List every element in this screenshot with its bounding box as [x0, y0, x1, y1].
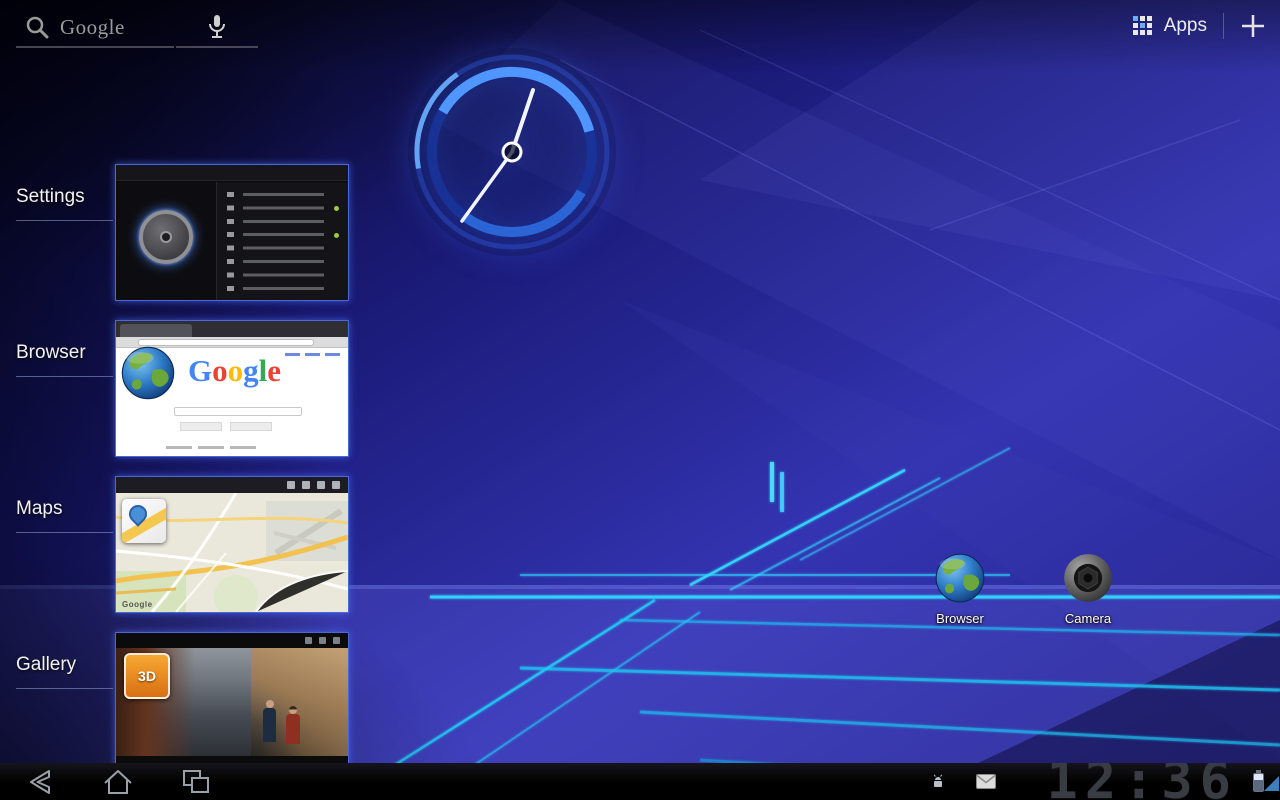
topbar-actions: Apps — [1132, 10, 1266, 42]
footer-link-skeleton — [166, 446, 192, 449]
search-field-skeleton — [174, 407, 302, 416]
recents-icon — [179, 767, 213, 797]
logo-letter: o — [228, 353, 244, 388]
google-search-widget: Google — [16, 8, 258, 48]
email-icon — [976, 774, 996, 789]
settings-thumb-header — [116, 165, 348, 181]
apps-grid-icon — [1132, 15, 1154, 37]
settings-thumb-left-pane — [116, 182, 216, 300]
gallery-icon-label: 3D — [138, 668, 156, 684]
recent-thumb-browser[interactable]: Google — [115, 320, 349, 457]
logo-letter: G — [188, 353, 212, 388]
maps-app-icon — [122, 499, 166, 543]
logo-letter: g — [243, 353, 259, 388]
topbar-divider — [1223, 13, 1224, 39]
toolbar-icon-skeleton — [302, 481, 310, 489]
photo-person — [263, 708, 276, 742]
footer-link-skeleton — [230, 446, 256, 449]
toolbar-icon-skeleton — [317, 481, 325, 489]
google-logo-thumb: Google — [188, 353, 281, 389]
status-dot — [334, 206, 339, 211]
toolbar-icon-skeleton — [333, 637, 340, 644]
browser-thumb-tabbar — [116, 321, 348, 337]
gallery-thumb-toolbar — [116, 633, 348, 648]
desktop-icon-camera[interactable]: Camera — [1056, 552, 1120, 626]
settings-thumb-menu-skeleton — [217, 182, 348, 300]
apps-button[interactable]: Apps — [1132, 15, 1207, 37]
microphone-icon — [205, 13, 229, 41]
gallery-app-icon: 3D — [124, 653, 170, 699]
footer-link-skeleton — [198, 446, 224, 449]
link-skeleton — [325, 353, 340, 356]
toolbar-icon-skeleton — [319, 637, 326, 644]
usb-debugging-icon — [930, 774, 946, 790]
clock-face — [392, 32, 632, 272]
page-links-skeleton — [285, 353, 340, 356]
toolbar-icon-skeleton — [332, 481, 340, 489]
system-bar: 12:36 — [0, 763, 1280, 800]
browser-icon — [934, 552, 986, 604]
status-dot — [334, 233, 339, 238]
recent-label-browser: Browser — [16, 342, 113, 377]
recent-thumb-settings[interactable] — [115, 164, 349, 301]
usb-debug-notification[interactable] — [930, 774, 946, 795]
recent-thumb-gallery[interactable]: 3D — [115, 632, 349, 769]
logo-letter: l — [259, 353, 268, 388]
signal-icon — [1264, 776, 1279, 791]
speaker-core — [160, 231, 172, 243]
button-skeleton — [180, 422, 222, 431]
plus-icon — [1240, 13, 1266, 39]
page-footer-skeleton — [166, 446, 256, 449]
search-input[interactable]: Google — [16, 8, 174, 48]
home-icon — [101, 767, 135, 797]
back-button[interactable] — [16, 763, 64, 800]
battery-icon — [1253, 773, 1264, 792]
settings-sound-icon — [139, 210, 193, 264]
photo-person — [286, 714, 300, 744]
google-logo: Google — [60, 15, 125, 40]
toolbar-icon-skeleton — [287, 481, 295, 489]
link-skeleton — [285, 353, 300, 356]
system-clock[interactable]: 12:36 — [1046, 763, 1238, 800]
desktop-icon-label: Browser — [936, 611, 984, 626]
honeycomb-home-screen: Google Apps — [0, 0, 1280, 800]
button-skeleton — [230, 422, 272, 431]
maps-watermark: Google — [122, 600, 153, 609]
logo-letter: e — [267, 353, 281, 388]
search-buttons-skeleton — [180, 422, 272, 431]
recent-thumb-maps[interactable]: Google — [115, 476, 349, 613]
add-widget-button[interactable] — [1240, 13, 1266, 39]
desktop-icon-label: Camera — [1065, 611, 1111, 626]
logo-letter: o — [212, 353, 228, 388]
search-icon — [24, 14, 50, 40]
home-button[interactable] — [94, 763, 142, 800]
apps-button-label: Apps — [1164, 15, 1207, 37]
analog-clock-widget[interactable] — [392, 32, 632, 272]
link-skeleton — [305, 353, 320, 356]
voice-search-button[interactable] — [176, 8, 258, 48]
back-icon — [23, 767, 57, 797]
desktop-icon-browser[interactable]: Browser — [928, 552, 992, 626]
browser-thumb-tab — [120, 324, 192, 337]
email-notification[interactable] — [976, 774, 996, 794]
recent-label-maps: Maps — [16, 498, 113, 533]
maps-thumb-toolbar — [116, 477, 348, 493]
toolbar-icon-skeleton — [305, 637, 312, 644]
recents-button[interactable] — [172, 763, 220, 800]
browser-globe-icon — [120, 345, 176, 401]
camera-icon — [1062, 552, 1114, 604]
recent-label-settings: Settings — [16, 186, 113, 221]
recent-label-gallery: Gallery — [16, 654, 113, 689]
